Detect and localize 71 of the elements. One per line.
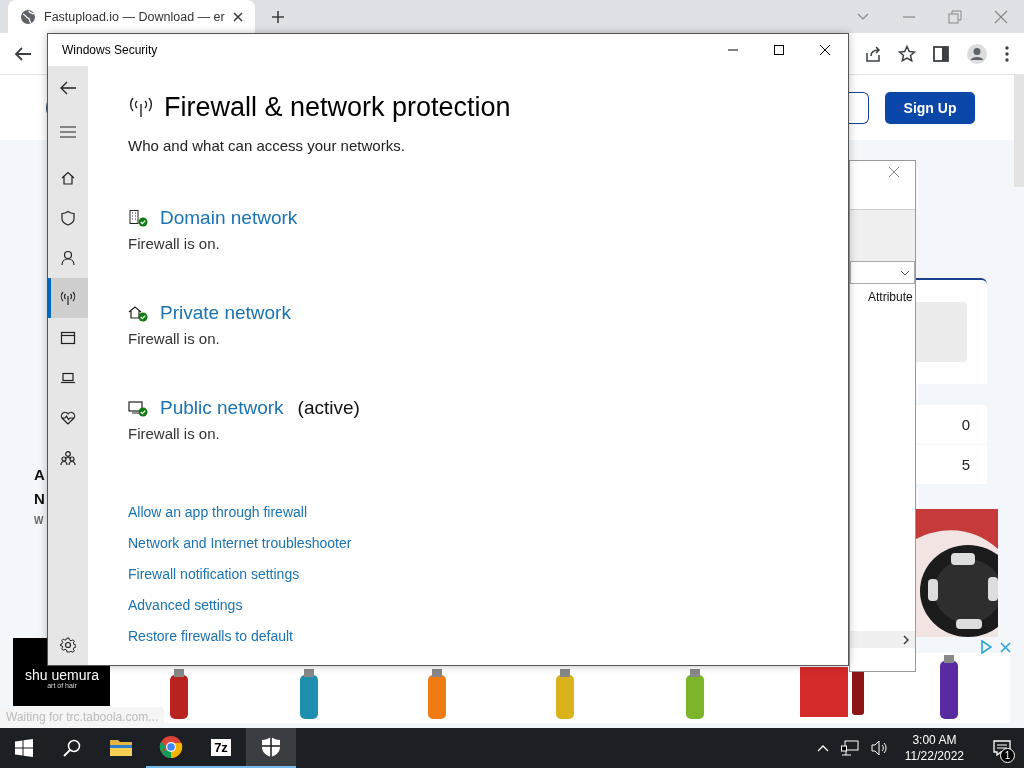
toolbar-area — [850, 209, 915, 261]
page-heading: Firewall & network protection — [164, 91, 511, 123]
folder-icon — [109, 737, 133, 757]
dropdown-field[interactable] — [850, 261, 915, 284]
new-tab-icon[interactable] — [270, 9, 285, 24]
notification-count: 1 — [1000, 748, 1015, 763]
settings-link[interactable]: Network and Internet troubleshooter — [128, 533, 828, 553]
windows-logo-icon — [15, 739, 33, 757]
network-icon[interactable] — [840, 740, 859, 756]
status-text: Firewall is on. — [128, 330, 221, 347]
shield-icon — [261, 736, 281, 758]
status-text: Waiting for trc.taboola.com... — [0, 707, 165, 727]
network-link[interactable]: Private network — [160, 302, 291, 324]
globe-icon — [20, 8, 36, 25]
profile-icon[interactable] — [966, 42, 988, 65]
clock-time: 3:00 AM — [911, 732, 958, 748]
settings-link[interactable]: Firewall notification settings — [128, 564, 828, 584]
laptop-icon — [60, 370, 76, 386]
close-icon[interactable] — [232, 11, 243, 22]
tab-title: Fastupload.io — Download — er — [44, 9, 225, 24]
ad-choices-icon[interactable] — [980, 640, 992, 654]
home-icon — [60, 170, 76, 186]
notification-button[interactable]: 1 — [980, 728, 1024, 768]
share-icon[interactable] — [864, 44, 882, 63]
status-text: Firewall is on. — [128, 425, 221, 442]
chevron-right-icon — [903, 634, 909, 645]
window-title: Windows Security — [62, 43, 158, 57]
archive-app-icon: 7z — [211, 738, 231, 756]
maximize-icon[interactable] — [773, 44, 785, 56]
status-text: Firewall is on. — [128, 235, 221, 252]
shield-icon — [60, 210, 76, 226]
back-arrow-icon — [59, 80, 77, 96]
house-check-icon — [128, 304, 148, 322]
person-icon — [60, 250, 76, 266]
chrome-icon — [159, 735, 183, 759]
settings-link[interactable]: Advanced settings — [128, 595, 828, 615]
sign-up-button[interactable]: Sign Up — [885, 91, 975, 124]
menu-icon — [60, 126, 76, 138]
taskbar-app[interactable] — [246, 728, 296, 768]
brand-name: shu uemura — [24, 668, 100, 682]
browser-window-icon — [60, 330, 76, 346]
browser-tab[interactable]: Fastupload.io — Download — er — [8, 0, 255, 33]
page-subtitle: Who and what can access your networks. — [128, 137, 406, 154]
star-icon[interactable] — [898, 44, 916, 63]
network-link[interactable]: Public network — [160, 397, 284, 419]
menu-dots-icon[interactable] — [1004, 44, 1010, 63]
clock-date: 11/22/2022 — [904, 748, 964, 764]
building-check-icon — [128, 209, 148, 227]
chevron-up-icon[interactable] — [816, 744, 829, 752]
settings-icon — [60, 637, 76, 653]
back-arrow-icon[interactable] — [14, 44, 32, 63]
side-panel-icon[interactable] — [932, 44, 950, 63]
heading-text: N — [34, 489, 45, 509]
heart-icon — [60, 410, 76, 426]
antenna-icon — [60, 290, 76, 306]
network-link[interactable]: Domain network — [160, 207, 298, 229]
status-label: (active) — [297, 397, 360, 419]
chevron-down-icon — [900, 269, 910, 276]
search-icon — [63, 739, 81, 757]
monitor-check-icon — [128, 399, 148, 417]
family-icon — [60, 450, 76, 466]
settings-link[interactable]: Allow an app through firewall — [128, 502, 828, 522]
settings-link[interactable]: Restore firewalls to default — [128, 626, 828, 646]
antenna-icon — [128, 96, 154, 118]
heading-text: A — [34, 465, 45, 485]
scrollbar[interactable] — [850, 631, 915, 648]
body-text: W — [34, 515, 45, 526]
scrollbar[interactable] — [1014, 75, 1024, 187]
volume-icon[interactable] — [870, 740, 889, 756]
close-icon[interactable] — [819, 44, 831, 56]
column-header[interactable]: Attribute — [868, 290, 913, 304]
